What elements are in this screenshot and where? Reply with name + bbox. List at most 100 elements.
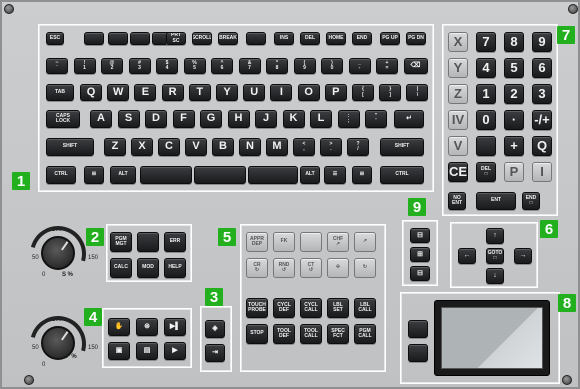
prog-key-9[interactable]: ↻: [354, 258, 376, 278]
numpad-key-4-2[interactable]: +: [504, 136, 524, 156]
key-enter[interactable]: ↵: [394, 110, 424, 128]
key-v[interactable]: V: [185, 138, 207, 156]
numpad-key-5-1[interactable]: DEL □: [476, 162, 496, 182]
key-pg-up[interactable]: PG UP: [380, 32, 400, 45]
numpad-key-1-3[interactable]: 6: [532, 58, 552, 78]
pgm-key-3[interactable]: CALC: [110, 258, 132, 278]
key-row6-5[interactable]: [248, 166, 298, 184]
key-row6-8[interactable]: ⊞: [352, 166, 372, 184]
key-i[interactable]: I: [270, 84, 293, 101]
prog-key-0[interactable]: APPR DEP: [246, 232, 268, 252]
prog-key-4[interactable]: ↗: [354, 232, 376, 252]
key-p[interactable]: P: [324, 84, 347, 101]
key-break[interactable]: BREAK: [218, 32, 238, 45]
key-row2-3[interactable]: # 3: [128, 58, 151, 74]
key-h[interactable]: H: [227, 110, 250, 128]
numpad-key-1-2[interactable]: 5: [504, 58, 524, 78]
prog-key-3[interactable]: CHF ↗: [327, 232, 349, 252]
layout-key-0[interactable]: ⊟: [410, 228, 430, 243]
mode-key-2[interactable]: ▶▌: [164, 318, 186, 336]
pgm-key-5[interactable]: HELP: [164, 258, 186, 278]
key--[interactable]: } ]: [379, 84, 402, 101]
numpad-key-4-3[interactable]: Q: [532, 136, 552, 156]
key-row2-12[interactable]: + =: [376, 58, 398, 74]
numpad-key-2-3[interactable]: 3: [532, 84, 552, 104]
touchpad-left-button[interactable]: [408, 320, 428, 338]
key-end[interactable]: END: [352, 32, 372, 45]
key-k[interactable]: K: [282, 110, 305, 128]
prog-key-2[interactable]: [300, 232, 322, 252]
prog-key-15[interactable]: STOP: [246, 324, 268, 344]
prog-key-10[interactable]: TOUCH PROBE: [246, 298, 268, 318]
key-row6-2[interactable]: ALT: [110, 166, 136, 184]
key-r[interactable]: R: [161, 84, 184, 101]
numpad-key-2-0[interactable]: Z: [448, 84, 468, 104]
key-f[interactable]: F: [172, 110, 195, 128]
key-c[interactable]: C: [158, 138, 180, 156]
pgm-key-4[interactable]: MOD: [137, 258, 159, 278]
key-row2-9[interactable]: ( 9: [293, 58, 316, 74]
key-row2-6[interactable]: ^ 6: [211, 58, 233, 74]
key-w[interactable]: W: [107, 84, 130, 101]
key-o[interactable]: O: [297, 84, 320, 101]
numpad-key-2-2[interactable]: 2: [504, 84, 524, 104]
prog-key-16[interactable]: TOOL DEF: [273, 324, 295, 344]
key-a[interactable]: A: [90, 110, 112, 128]
spindle-override-knob[interactable]: [41, 236, 75, 270]
prog-key-18[interactable]: SPEC FCT: [327, 324, 349, 344]
key-row6-6[interactable]: ALT: [300, 166, 320, 184]
key--[interactable]: { [: [352, 84, 374, 101]
key-e[interactable]: E: [134, 84, 157, 101]
numpad-key-4-1[interactable]: [476, 136, 496, 156]
key-row6-0[interactable]: CTRL: [46, 166, 76, 184]
prog-key-13[interactable]: LBL SET: [327, 298, 349, 318]
prog-key-19[interactable]: PGM CALL: [354, 324, 376, 344]
arrow-up[interactable]: ↑: [486, 228, 504, 244]
numpad-key-1-1[interactable]: 4: [476, 58, 496, 78]
prog-key-5[interactable]: CR ↻: [246, 258, 268, 278]
prog-key-17[interactable]: TOOL CALL: [300, 324, 322, 344]
prog-key-1[interactable]: FK: [273, 232, 295, 252]
key-home[interactable]: HOME: [326, 32, 346, 45]
mode-key-0[interactable]: ✋: [108, 318, 130, 336]
prog-key-14[interactable]: LBL CALL: [354, 298, 376, 318]
key--[interactable]: ? /: [347, 138, 369, 156]
touchpad-surface[interactable]: [441, 307, 543, 369]
key-blank[interactable]: [130, 32, 150, 45]
key-blank[interactable]: [108, 32, 128, 45]
key-scroll[interactable]: SCROLL: [192, 32, 212, 45]
key-row2-10[interactable]: ) 0: [321, 58, 343, 74]
numpad-key-5-2[interactable]: P: [504, 162, 524, 182]
key-j[interactable]: J: [255, 110, 277, 128]
numpad-key-4-0[interactable]: V: [448, 136, 468, 156]
key--[interactable]: > .: [320, 138, 342, 156]
touchpad[interactable]: [434, 300, 550, 376]
numpad-key-3-2[interactable]: ·: [504, 110, 524, 130]
numpad-key-0-0[interactable]: X: [448, 32, 468, 52]
key-row2-1[interactable]: ! 1: [73, 58, 96, 74]
key-b[interactable]: B: [212, 138, 234, 156]
arrow-right[interactable]: →: [514, 248, 532, 264]
key-shift-right[interactable]: SHIFT: [380, 138, 424, 156]
key-s[interactable]: S: [117, 110, 140, 128]
key-ins[interactable]: INS: [274, 32, 294, 45]
arrow-goto[interactable]: GOTO □: [486, 248, 504, 264]
key--[interactable]: : ;: [337, 110, 360, 128]
key-row6-1[interactable]: ⊞: [84, 166, 104, 184]
key-row2-4[interactable]: $ 4: [156, 58, 178, 74]
key-esc[interactable]: ESC: [46, 32, 64, 45]
numpad-key-6-0[interactable]: NO ENT: [448, 192, 466, 210]
mode-key-4[interactable]: ▤: [136, 342, 158, 360]
key-row2-7[interactable]: & 7: [238, 58, 261, 74]
key-l[interactable]: L: [310, 110, 332, 128]
prog-key-11[interactable]: CYCL DEF: [273, 298, 295, 318]
key-n[interactable]: N: [239, 138, 261, 156]
prog-key-6[interactable]: RND ↺: [273, 258, 295, 278]
key--[interactable]: | \: [406, 84, 429, 101]
key-row2-8[interactable]: * 8: [266, 58, 288, 74]
key-del[interactable]: DEL: [300, 32, 320, 45]
mode-key-3[interactable]: ▣: [108, 342, 130, 360]
pgm-key-1[interactable]: [137, 232, 159, 252]
numpad-key-0-1[interactable]: 7: [476, 32, 496, 52]
numpad-key-5-0[interactable]: CE: [448, 162, 468, 182]
